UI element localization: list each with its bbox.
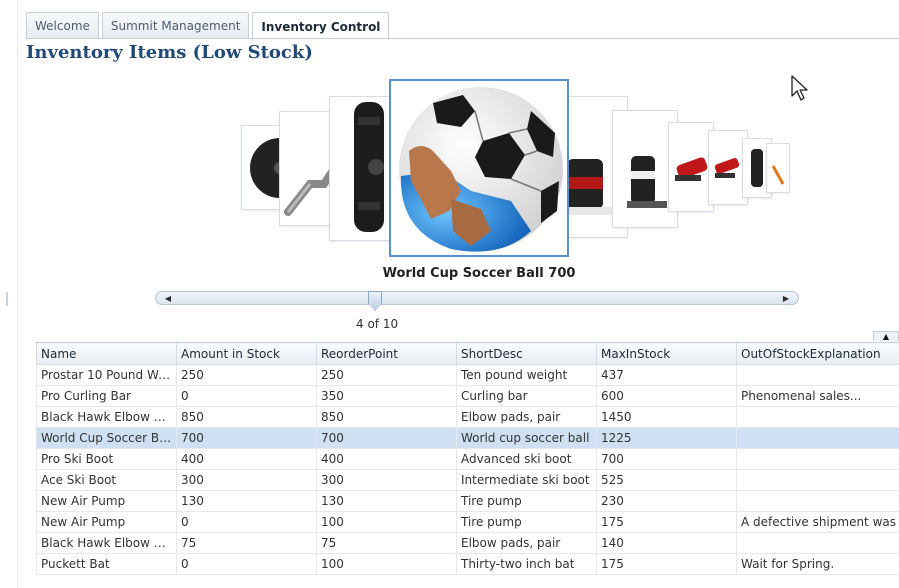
table-cell: 75: [176, 532, 317, 554]
table-cell: Phenomenal sales...: [736, 385, 899, 407]
table-cell: World cup soccer ball: [456, 427, 597, 449]
table-cell: 250: [316, 364, 457, 386]
column-header-reorder-point[interactable]: ReorderPoint: [316, 342, 457, 365]
table-cell: [736, 427, 899, 449]
table-cell: 0: [176, 385, 317, 407]
table-cell: 400: [316, 448, 457, 470]
bat-icon: [771, 165, 785, 185]
table-cell: Wait for Spring.: [736, 553, 899, 575]
table-cell: New Air Pump: [36, 490, 177, 512]
product-carousel: World Cup Soccer Ball 700: [0, 0, 899, 330]
table-cell: World Cup Soccer Ball: [36, 427, 177, 449]
table-row[interactable]: Ace Ski Boot 300 300 Intermediate ski boot 5…: [36, 469, 899, 491]
table-row[interactable]: New Air Pump 130 130 Tire pump 230: [36, 490, 899, 512]
table-cell: 130: [176, 490, 317, 512]
table-cell: 300: [176, 469, 317, 491]
table-cell: 600: [596, 385, 737, 407]
table-cell: 300: [316, 469, 457, 491]
column-header-out-of-stock-explanation[interactable]: OutOfStockExplanation: [736, 342, 899, 365]
table-row[interactable]: World Cup Soccer Ball 700 700 World cup soc…: [36, 427, 899, 449]
table-cell: Pro Ski Boot: [36, 448, 177, 470]
table-cell: Thirty-two inch bat: [456, 553, 597, 575]
table-cell: Black Hawk Elbow Pads: [36, 406, 177, 428]
table-cell: 100: [316, 511, 457, 533]
scroll-right-button[interactable]: ▶: [776, 292, 796, 304]
table-cell: A defective shipment was: [736, 511, 899, 533]
scroll-left-button[interactable]: ◀: [158, 292, 178, 304]
sort-up-icon[interactable]: ▲: [873, 331, 899, 341]
table-row[interactable]: Puckett Bat 0 100 Thirty-two inch bat 175 Wai…: [36, 553, 899, 575]
table-cell: 700: [176, 427, 317, 449]
table-cell: Elbow pads, pair: [456, 532, 597, 554]
table-cell: 0: [176, 553, 317, 575]
soccer-ball-icon: [399, 87, 563, 252]
table-cell: [736, 406, 899, 428]
table-cell: Elbow pads, pair: [456, 406, 597, 428]
column-header-name[interactable]: Name: [36, 342, 177, 365]
carousel-caption: World Cup Soccer Ball 700: [382, 266, 576, 281]
table-cell: Prostar 10 Pound Weight: [36, 364, 177, 386]
table-cell: Black Hawk Elbow Pads: [36, 532, 177, 554]
table-cell: [736, 364, 899, 386]
table-cell: Tire pump: [456, 490, 597, 512]
table-cell: 1450: [596, 406, 737, 428]
table-header-row: Name Amount in Stock ReorderPoint ShortD…: [36, 342, 899, 365]
table-cell: Pro Curling Bar: [36, 385, 177, 407]
table-cell: 850: [316, 406, 457, 428]
column-header-short-desc[interactable]: ShortDesc: [456, 342, 597, 365]
table-cell: Puckett Bat: [36, 553, 177, 575]
table-cell: 140: [596, 532, 737, 554]
table-row[interactable]: New Air Pump 0 100 Tire pump 175 A defective …: [36, 511, 899, 533]
table-cell: 437: [596, 364, 737, 386]
table-cell: 850: [176, 406, 317, 428]
table-cell: [736, 469, 899, 491]
table-row[interactable]: Black Hawk Elbow Pads 75 75 Elbow pads, pai…: [36, 532, 899, 554]
table-cell: 525: [596, 469, 737, 491]
table-cell: Curling bar: [456, 385, 597, 407]
table-cell: 400: [176, 448, 317, 470]
table-cell: 700: [316, 427, 457, 449]
table-cell: 230: [596, 490, 737, 512]
table-cell: 175: [596, 511, 737, 533]
table-body: Prostar 10 Pound Weight 250 250 Ten pound w…: [36, 364, 899, 575]
table-row[interactable]: Pro Curling Bar 0 350 Curling bar 600 Phenome…: [36, 385, 899, 407]
carousel-position-label: 4 of 10: [356, 317, 399, 331]
table-cell: 130: [316, 490, 457, 512]
table-cell: Tire pump: [456, 511, 597, 533]
table-cell: 700: [596, 448, 737, 470]
table-cell: 0: [176, 511, 317, 533]
table-cell: 175: [596, 553, 737, 575]
column-header-max-in-stock[interactable]: MaxInStock: [596, 342, 737, 365]
table-cell: 100: [316, 553, 457, 575]
table-cell: New Air Pump: [36, 511, 177, 533]
table-row[interactable]: Black Hawk Elbow Pads 850 850 Elbow pads, p…: [36, 406, 899, 428]
table-cell: Advanced ski boot: [456, 448, 597, 470]
table-row[interactable]: Prostar 10 Pound Weight 250 250 Ten pound w…: [36, 364, 899, 386]
table-cell: [736, 490, 899, 512]
carousel-item-bat[interactable]: [766, 143, 790, 193]
table-cell: Intermediate ski boot: [456, 469, 597, 491]
carousel-featured-item[interactable]: [389, 79, 569, 257]
table-cell: [736, 448, 899, 470]
table-cell: 350: [316, 385, 457, 407]
table-cell: 250: [176, 364, 317, 386]
table-cell: Ace Ski Boot: [36, 469, 177, 491]
table-row[interactable]: Pro Ski Boot 400 400 Advanced ski boot 700: [36, 448, 899, 470]
carousel-scrollbar[interactable]: ◀ ▶: [155, 291, 799, 305]
mouse-cursor-icon: [791, 75, 808, 101]
inventory-table: Name Amount in Stock ReorderPoint ShortD…: [36, 342, 899, 580]
table-cell: Ten pound weight: [456, 364, 597, 386]
table-cell: 75: [316, 532, 457, 554]
column-header-amount-in-stock[interactable]: Amount in Stock: [176, 342, 317, 365]
table-cell: 1225: [596, 427, 737, 449]
table-cell: [736, 532, 899, 554]
